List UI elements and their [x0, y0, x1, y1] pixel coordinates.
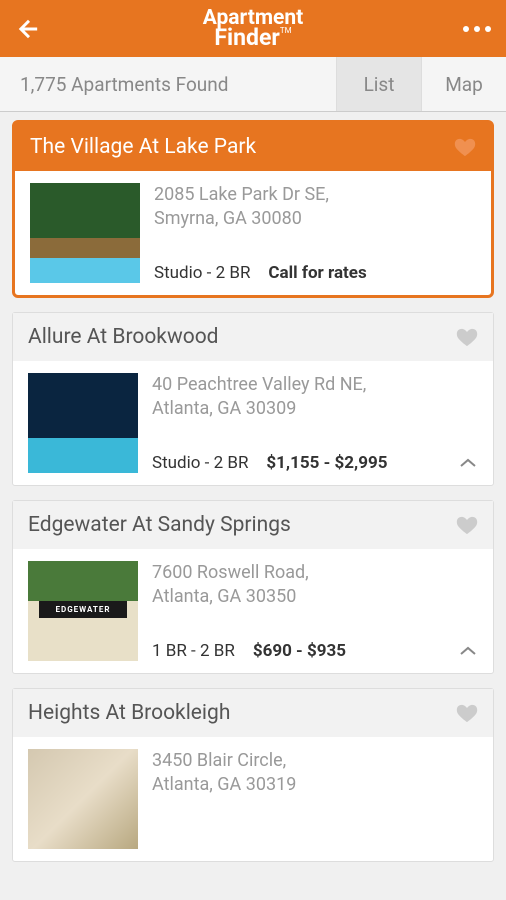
favorite-button[interactable]	[456, 327, 478, 347]
heart-icon	[454, 137, 476, 157]
listing-price: Call for rates	[268, 263, 366, 283]
favorite-button[interactable]	[456, 703, 478, 723]
address-line2: Smyrna, GA 30080	[154, 207, 476, 231]
listing-bedrooms: 1 BR - 2 BR	[152, 641, 235, 661]
more-icon	[463, 26, 491, 32]
listing-thumbnail[interactable]	[28, 561, 138, 661]
expand-button[interactable]	[458, 641, 478, 661]
listing-info: 3450 Blair Circle, Atlanta, GA 30319	[152, 749, 478, 849]
listing-details: Studio - 2 BR Call for rates	[154, 263, 476, 283]
listing-address: 7600 Roswell Road, Atlanta, GA 30350	[152, 561, 478, 610]
sub-bar: 1,775 Apartments Found List Map	[0, 57, 506, 112]
listings-container: The Village At Lake Park 2085 Lake Park …	[0, 112, 506, 884]
listing-price: $1,155 - $2,995	[266, 453, 387, 473]
listing-header: Edgewater At Sandy Springs	[13, 501, 493, 549]
address-line1: 3450 Blair Circle,	[152, 749, 478, 773]
listing-name: The Village At Lake Park	[30, 135, 256, 159]
listing-body: 3450 Blair Circle, Atlanta, GA 30319	[13, 737, 493, 861]
heart-icon	[456, 327, 478, 347]
tab-map[interactable]: Map	[421, 57, 506, 111]
expand-button[interactable]	[458, 453, 478, 473]
heart-icon	[456, 703, 478, 723]
listing-thumbnail[interactable]	[28, 749, 138, 849]
listing-details: Studio - 2 BR $1,155 - $2,995	[152, 453, 478, 473]
listing-details: 1 BR - 2 BR $690 - $935	[152, 641, 478, 661]
listing-header: The Village At Lake Park	[15, 123, 491, 171]
listing-body: 40 Peachtree Valley Rd NE, Atlanta, GA 3…	[13, 361, 493, 485]
listing-name: Edgewater At Sandy Springs	[28, 513, 291, 537]
address-line2: Atlanta, GA 30319	[152, 773, 478, 797]
top-bar: Apartment FinderTM	[0, 0, 506, 57]
listing-info: 40 Peachtree Valley Rd NE, Atlanta, GA 3…	[152, 373, 478, 473]
address-line1: 7600 Roswell Road,	[152, 561, 478, 585]
listing-price: $690 - $935	[253, 641, 346, 661]
listing-thumbnail[interactable]	[28, 373, 138, 473]
address-line1: 2085 Lake Park Dr SE,	[154, 183, 476, 207]
favorite-button[interactable]	[456, 515, 478, 535]
listing-header: Allure At Brookwood	[13, 313, 493, 361]
chevron-up-icon	[459, 458, 477, 468]
listing-bedrooms: Studio - 2 BR	[152, 453, 248, 473]
listing-address: 40 Peachtree Valley Rd NE, Atlanta, GA 3…	[152, 373, 478, 422]
listing-address: 3450 Blair Circle, Atlanta, GA 30319	[152, 749, 478, 798]
listing-bedrooms: Studio - 2 BR	[154, 263, 250, 283]
heart-icon	[456, 515, 478, 535]
app-logo: Apartment FinderTM	[203, 10, 304, 47]
more-button[interactable]	[451, 9, 491, 49]
listing-name: Allure At Brookwood	[28, 325, 219, 349]
logo-tm: TM	[280, 26, 292, 35]
listing-body: 2085 Lake Park Dr SE, Smyrna, GA 30080 S…	[15, 171, 491, 295]
address-line1: 40 Peachtree Valley Rd NE,	[152, 373, 478, 397]
listing-header: Heights At Brookleigh	[13, 689, 493, 737]
listing-card[interactable]: Edgewater At Sandy Springs 7600 Roswell …	[12, 500, 494, 674]
logo-text-bottom: Finder	[214, 24, 279, 51]
listing-body: 7600 Roswell Road, Atlanta, GA 30350 1 B…	[13, 549, 493, 673]
listing-card[interactable]: The Village At Lake Park 2085 Lake Park …	[12, 120, 494, 298]
address-line2: Atlanta, GA 30309	[152, 397, 478, 421]
back-button[interactable]	[15, 9, 55, 49]
listing-thumbnail[interactable]	[30, 183, 140, 283]
tab-list[interactable]: List	[336, 57, 421, 111]
listing-name: Heights At Brookleigh	[28, 701, 230, 725]
address-line2: Atlanta, GA 30350	[152, 585, 478, 609]
favorite-button[interactable]	[454, 137, 476, 157]
listing-card[interactable]: Heights At Brookleigh 3450 Blair Circle,…	[12, 688, 494, 862]
listing-address: 2085 Lake Park Dr SE, Smyrna, GA 30080	[154, 183, 476, 232]
listing-info: 2085 Lake Park Dr SE, Smyrna, GA 30080 S…	[154, 183, 476, 283]
listing-card[interactable]: Allure At Brookwood 40 Peachtree Valley …	[12, 312, 494, 486]
results-count: 1,775 Apartments Found	[0, 73, 228, 96]
listing-info: 7600 Roswell Road, Atlanta, GA 30350 1 B…	[152, 561, 478, 661]
view-tabs: List Map	[336, 57, 506, 111]
chevron-up-icon	[459, 646, 477, 656]
